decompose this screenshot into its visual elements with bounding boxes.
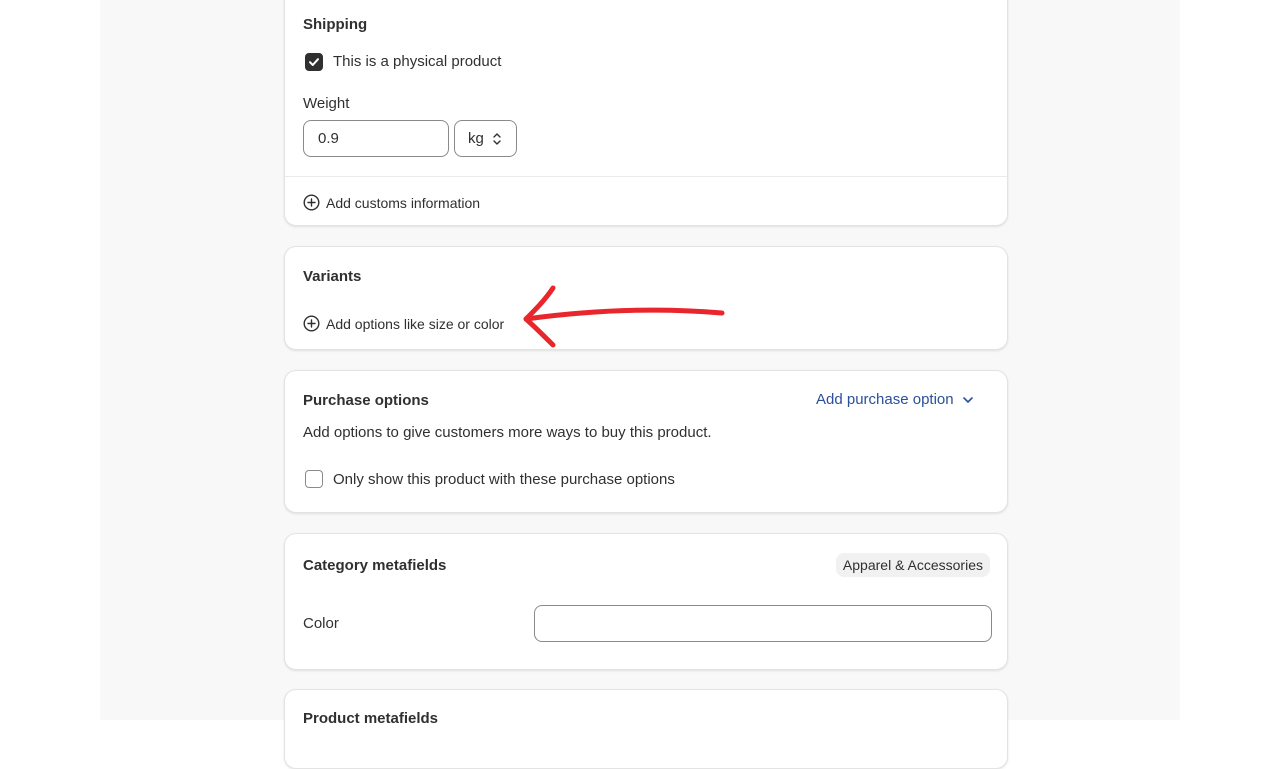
checkmark-icon xyxy=(309,58,319,66)
add-customs-label: Add customs information xyxy=(326,194,481,211)
plus-circle-icon xyxy=(303,194,320,211)
add-purchase-option-button[interactable]: Add purchase option xyxy=(816,391,974,408)
variants-card: Variants Add options like size or color xyxy=(284,246,1008,350)
plus-circle-icon xyxy=(303,315,320,332)
purchase-options-description: Add options to give customers more ways … xyxy=(303,424,712,441)
add-customs-button[interactable]: Add customs information xyxy=(303,194,480,211)
variants-title: Variants xyxy=(303,268,362,285)
add-purchase-option-label: Add purchase option xyxy=(816,391,954,408)
shipping-divider xyxy=(285,176,1007,177)
weight-value: 0.9 xyxy=(318,130,339,147)
add-options-label: Add options like size or color xyxy=(326,315,505,332)
color-input[interactable] xyxy=(534,605,992,642)
color-label: Color xyxy=(303,615,339,632)
weight-input[interactable]: 0.9 xyxy=(303,120,449,157)
category-metafields-card: Category metafields Apparel & Accessorie… xyxy=(284,533,1008,670)
weight-label: Weight xyxy=(303,95,350,112)
product-metafields-title: Product metafields xyxy=(303,710,439,727)
chevron-down-icon xyxy=(962,396,973,403)
purchase-options-card: Purchase options Add purchase option Add… xyxy=(284,370,1008,513)
purchase-options-title: Purchase options xyxy=(303,392,429,409)
physical-product-checkbox[interactable] xyxy=(305,53,323,71)
weight-unit-value: kg xyxy=(468,130,484,147)
category-metafields-title: Category metafields xyxy=(303,557,447,574)
category-badge: Apparel & Accessories xyxy=(835,553,990,577)
physical-product-label: This is a physical product xyxy=(333,53,502,70)
add-options-button[interactable]: Add options like size or color xyxy=(303,315,504,332)
shipping-title: Shipping xyxy=(303,16,368,33)
only-show-label: Only show this product with these purcha… xyxy=(333,471,675,488)
weight-unit-select[interactable]: kg xyxy=(454,120,517,157)
shipping-card: Shipping This is a physical product Weig… xyxy=(284,0,1008,226)
select-chevrons-icon xyxy=(493,133,501,145)
only-show-checkbox[interactable] xyxy=(305,470,323,488)
product-metafields-card: Product metafields xyxy=(284,689,1008,769)
